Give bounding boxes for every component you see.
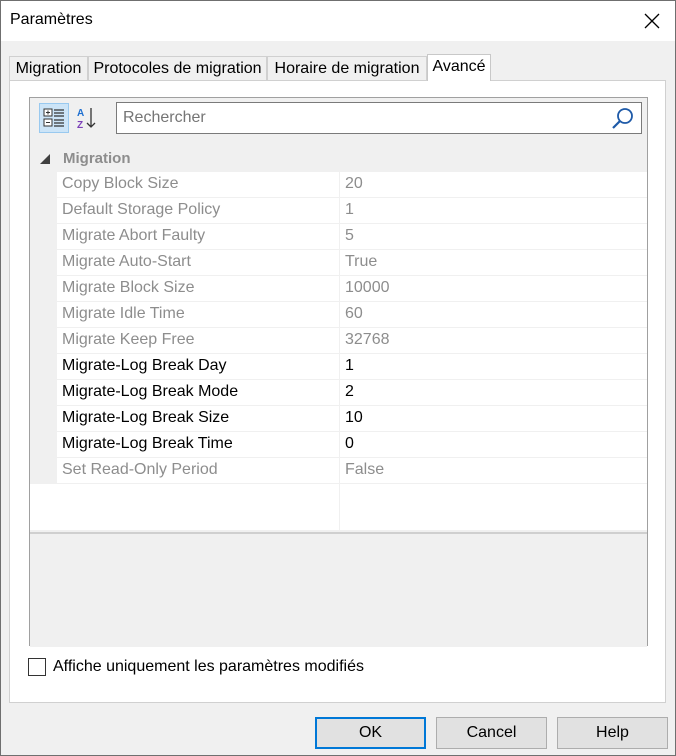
property-grid: A Z Migration Copy B <box>29 97 648 647</box>
show-modified-only-label[interactable]: Affiche uniquement les paramètres modifi… <box>53 658 364 676</box>
property-value[interactable]: True <box>345 253 377 271</box>
categorized-view-icon <box>43 108 64 127</box>
show-modified-only-checkbox[interactable] <box>28 658 46 676</box>
search-box[interactable] <box>116 102 642 134</box>
property-name: Copy Block Size <box>62 175 179 192</box>
property-name: Migrate Auto-Start <box>62 253 191 270</box>
collapse-triangle-icon[interactable] <box>39 153 51 165</box>
property-name: Migrate Keep Free <box>62 331 195 348</box>
property-value[interactable]: 32768 <box>345 331 390 349</box>
property-name: Set Read-Only Period <box>62 461 218 478</box>
property-row-migrate-log-break-day[interactable]: Migrate-Log Break Day 1 <box>57 354 647 380</box>
column-divider <box>339 354 340 379</box>
property-row-migrate-abort-faulty[interactable]: Migrate Abort Faulty 5 <box>57 224 647 250</box>
column-divider <box>339 406 340 431</box>
column-divider <box>339 458 340 483</box>
property-row-migrate-log-break-mode[interactable]: Migrate-Log Break Mode 2 <box>57 380 647 406</box>
sort-alphabetical-icon: A Z <box>77 108 96 130</box>
property-name: Migrate Idle Time <box>62 305 185 322</box>
property-value[interactable]: 1 <box>345 357 354 375</box>
tab-advanced[interactable]: Avancé <box>427 54 491 81</box>
cancel-button[interactable]: Cancel <box>436 717 547 749</box>
category-row-migration[interactable]: Migration <box>30 146 647 172</box>
property-value[interactable]: 10000 <box>345 279 390 297</box>
property-row-migrate-block-size[interactable]: Migrate Block Size 10000 <box>57 276 647 302</box>
property-value[interactable]: 2 <box>345 383 354 401</box>
categorized-view-button[interactable] <box>39 103 69 133</box>
column-divider <box>339 380 340 405</box>
property-name: Migrate-Log Break Size <box>62 409 230 426</box>
column-divider <box>339 224 340 249</box>
property-value[interactable]: False <box>345 461 384 479</box>
alphabetical-sort-button[interactable]: A Z <box>72 103 102 133</box>
tab-migration[interactable]: Migration <box>9 56 88 80</box>
property-value[interactable]: 0 <box>345 435 354 453</box>
svg-text:A: A <box>77 108 84 119</box>
close-button[interactable] <box>629 1 675 41</box>
column-divider <box>339 432 340 457</box>
column-divider <box>339 198 340 223</box>
property-list: Copy Block Size 20 Default Storage Polic… <box>57 172 647 484</box>
property-name: Default Storage Policy <box>62 201 221 218</box>
ok-button[interactable]: OK <box>315 717 426 749</box>
category-label: Migration <box>63 150 131 167</box>
property-name: Migrate-Log Break Day <box>62 357 227 374</box>
column-divider <box>339 484 340 530</box>
property-row-set-read-only-period[interactable]: Set Read-Only Period False <box>57 458 647 484</box>
description-pane <box>30 532 647 647</box>
property-value[interactable]: 60 <box>345 305 363 323</box>
title-bar: Paramètres <box>1 1 675 41</box>
property-name: Migrate-Log Break Mode <box>62 383 239 400</box>
svg-text:Z: Z <box>77 120 83 130</box>
search-input[interactable] <box>123 109 603 127</box>
property-name: Migrate Abort Faulty <box>62 227 206 244</box>
property-row-migrate-auto-start[interactable]: Migrate Auto-Start True <box>57 250 647 276</box>
property-row-migrate-log-break-size[interactable]: Migrate-Log Break Size 10 <box>57 406 647 432</box>
settings-dialog: Paramètres Migration Protocoles de migra… <box>0 0 676 756</box>
property-value[interactable]: 5 <box>345 227 354 245</box>
grid-empty-area <box>30 484 647 530</box>
property-name: Migrate Block Size <box>62 279 195 296</box>
property-row-copy-block-size[interactable]: Copy Block Size 20 <box>57 172 647 198</box>
help-button[interactable]: Help <box>557 717 668 749</box>
search-icon[interactable] <box>611 106 635 130</box>
column-divider <box>339 276 340 301</box>
property-name: Migrate-Log Break Time <box>62 435 233 452</box>
column-divider <box>339 250 340 275</box>
tab-migration-schedule[interactable]: Horaire de migration <box>267 56 427 80</box>
tab-panel-advanced: A Z Migration Copy B <box>9 80 666 703</box>
tab-migration-protocols[interactable]: Protocoles de migration <box>88 56 267 80</box>
window-title: Paramètres <box>10 11 93 28</box>
property-row-migrate-log-break-time[interactable]: Migrate-Log Break Time 0 <box>57 432 647 458</box>
property-value[interactable]: 20 <box>345 175 363 193</box>
column-divider <box>339 328 340 353</box>
column-divider <box>339 172 340 197</box>
column-divider <box>339 302 340 327</box>
close-icon <box>644 13 660 29</box>
property-row-migrate-keep-free[interactable]: Migrate Keep Free 32768 <box>57 328 647 354</box>
property-value[interactable]: 1 <box>345 201 354 219</box>
property-row-default-storage-policy[interactable]: Default Storage Policy 1 <box>57 198 647 224</box>
property-row-migrate-idle-time[interactable]: Migrate Idle Time 60 <box>57 302 647 328</box>
property-value[interactable]: 10 <box>345 409 363 427</box>
